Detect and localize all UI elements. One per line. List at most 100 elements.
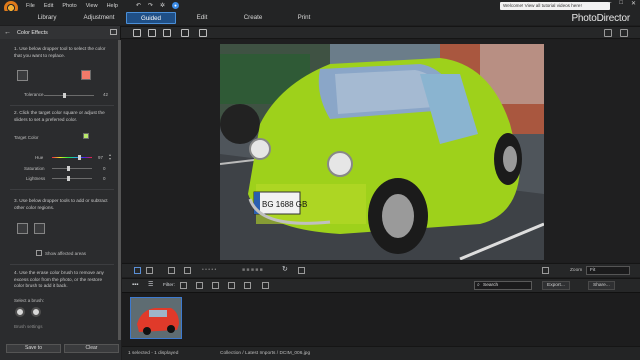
hue-stepper-icon[interactable]: ▴ ▾ bbox=[109, 153, 111, 161]
filter-bar: ▪▪▪ ☰ Filter: ⌕ Search Export... Share..… bbox=[122, 278, 640, 292]
status-bar: 1 selected - 1 displayed Collection / La… bbox=[122, 346, 640, 360]
search-input[interactable]: Search bbox=[474, 281, 532, 290]
divider bbox=[10, 189, 114, 190]
target-color-label: Target Color bbox=[14, 135, 39, 140]
color-labels[interactable]: ■ ■ ■ ■ ■ bbox=[242, 267, 263, 273]
filter-rating-icon[interactable] bbox=[212, 282, 219, 289]
tab-create[interactable]: Create bbox=[228, 12, 278, 24]
grid-view-icon[interactable]: ▪▪▪ bbox=[132, 282, 138, 288]
list-view-icon[interactable]: ☰ bbox=[148, 281, 153, 288]
menu-file[interactable]: File bbox=[26, 3, 35, 9]
show-affected-label: Show affected areas bbox=[45, 251, 86, 256]
rotate-icon[interactable]: ↻ bbox=[282, 265, 288, 273]
filmstrip bbox=[122, 292, 640, 346]
saturation-value: 0 bbox=[103, 166, 106, 171]
sort-icon[interactable] bbox=[168, 267, 175, 274]
redo-icon[interactable]: ↷ bbox=[148, 2, 153, 9]
rating-stars[interactable]: • • • • • bbox=[202, 267, 216, 273]
saturation-label: Saturation bbox=[24, 166, 45, 171]
single-view-icon[interactable] bbox=[134, 267, 141, 274]
file-path: Collection / Latest Imports / DCIM_006.j… bbox=[220, 351, 311, 356]
share-button[interactable]: Share... bbox=[588, 281, 615, 290]
tolerance-slider-knob[interactable] bbox=[63, 93, 66, 98]
filter-list-icon[interactable] bbox=[244, 282, 251, 289]
undock-icon[interactable] bbox=[110, 29, 117, 35]
restore-brush-icon[interactable] bbox=[31, 307, 41, 317]
photo-canvas[interactable]: BG 1688 GB bbox=[122, 40, 640, 262]
zoom-label: Zoom bbox=[570, 268, 583, 273]
filter-more-icon[interactable] bbox=[228, 282, 235, 289]
close-icon[interactable]: ✕ bbox=[631, 0, 636, 7]
hue-value: 97 bbox=[98, 155, 104, 160]
menu-photo[interactable]: Photo bbox=[62, 3, 76, 9]
hue-slider[interactable] bbox=[52, 157, 92, 158]
save-to-button[interactable]: Save to bbox=[6, 344, 61, 353]
compare-view-icon[interactable] bbox=[146, 267, 153, 274]
panel-scrollbar[interactable] bbox=[118, 40, 121, 340]
lightness-slider-knob[interactable] bbox=[67, 176, 70, 181]
tab-edit[interactable]: Edit bbox=[177, 12, 227, 24]
crop-icon[interactable] bbox=[298, 267, 305, 274]
search-icon: ⌕ bbox=[477, 282, 480, 288]
source-color-swatch[interactable] bbox=[81, 70, 91, 80]
menu-edit[interactable]: Edit bbox=[44, 3, 53, 9]
add-region-dropper-icon[interactable] bbox=[17, 223, 28, 234]
tutorial-notification[interactable]: Welcome! View all tutorial videos here! bbox=[500, 2, 610, 10]
hand-tool-icon[interactable] bbox=[620, 29, 628, 37]
tolerance-value: 42 bbox=[103, 92, 109, 97]
filter-label-icon[interactable] bbox=[196, 282, 203, 289]
menu-help[interactable]: Help bbox=[107, 3, 118, 9]
menu-view[interactable]: View bbox=[86, 3, 98, 9]
filter-label: Filter: bbox=[163, 283, 175, 288]
tab-print[interactable]: Print bbox=[279, 12, 329, 24]
source-dropper-icon[interactable] bbox=[17, 70, 28, 81]
brush-settings-label: Brush settings bbox=[14, 324, 43, 329]
menu-bar: File Edit Photo View Help ↶ ↷ ✲ ● Welcom… bbox=[0, 0, 640, 15]
lightness-label: Lightness bbox=[26, 176, 46, 181]
tolerance-slider[interactable] bbox=[44, 95, 94, 96]
photodirector-window: File Edit Photo View Help ↶ ↷ ✲ ● Welcom… bbox=[0, 0, 640, 360]
tab-guided[interactable]: Guided bbox=[126, 12, 176, 24]
select-brush-label: Select a brush: bbox=[14, 298, 45, 303]
brand-title: PhotoDirector bbox=[571, 13, 630, 24]
display-icon[interactable] bbox=[181, 29, 189, 37]
minimize-icon[interactable]: – bbox=[608, 0, 611, 7]
maximize-icon[interactable]: □ bbox=[619, 0, 623, 7]
photo-thumbnail[interactable] bbox=[130, 297, 182, 339]
show-affected-checkbox[interactable] bbox=[36, 250, 42, 256]
divider bbox=[10, 264, 114, 265]
layout-icon[interactable] bbox=[542, 267, 549, 274]
color-effects-panel: ← Color Effects 1. Use below dropper too… bbox=[0, 26, 121, 340]
erase-brush-icon[interactable] bbox=[15, 307, 25, 317]
subtract-region-dropper-icon[interactable] bbox=[34, 223, 45, 234]
account-icon[interactable]: ● bbox=[171, 2, 179, 9]
viewer-icon[interactable] bbox=[148, 29, 156, 37]
hue-slider-knob[interactable] bbox=[78, 155, 81, 160]
target-color-swatch[interactable] bbox=[83, 133, 89, 139]
mode-tabs: Library Adjustment Guided Edit Create Pr… bbox=[0, 11, 640, 25]
back-arrow-icon[interactable]: ← bbox=[4, 29, 11, 36]
panel-title: Color Effects bbox=[17, 29, 48, 36]
saturation-slider[interactable] bbox=[52, 168, 92, 169]
zoom-dropdown[interactable]: Fit bbox=[586, 266, 630, 275]
saturation-slider-knob[interactable] bbox=[67, 166, 70, 171]
monitor-icon[interactable] bbox=[199, 29, 207, 37]
tab-adjustment[interactable]: Adjustment bbox=[74, 12, 124, 24]
zoom-tool-icon[interactable] bbox=[604, 29, 612, 37]
panel-toggle-icon[interactable] bbox=[133, 29, 141, 37]
lightness-slider[interactable] bbox=[52, 178, 92, 179]
tolerance-label: Tolerance bbox=[24, 92, 44, 97]
filter-flag-icon[interactable] bbox=[180, 282, 187, 289]
export-button[interactable]: Export... bbox=[542, 281, 570, 290]
divider bbox=[10, 105, 114, 106]
clear-button[interactable]: Clear bbox=[64, 344, 119, 353]
settings-gear-icon[interactable]: ✲ bbox=[160, 2, 165, 9]
flag-icon[interactable] bbox=[184, 267, 191, 274]
photo-image: BG 1688 GB bbox=[220, 44, 544, 260]
undo-icon[interactable]: ↶ bbox=[136, 2, 141, 9]
filter-stack-icon[interactable] bbox=[262, 282, 269, 289]
panel-footer: Save to Clear bbox=[0, 340, 121, 360]
compare-icon[interactable] bbox=[163, 29, 171, 37]
tab-library[interactable]: Library bbox=[22, 12, 72, 24]
license-plate: BG 1688 GB bbox=[262, 200, 307, 209]
